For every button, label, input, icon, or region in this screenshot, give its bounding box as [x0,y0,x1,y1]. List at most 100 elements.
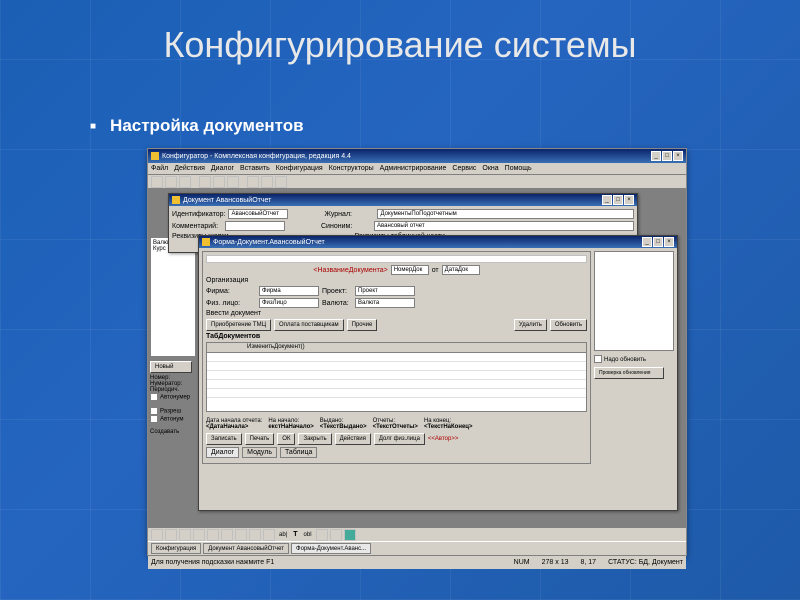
form-max[interactable]: □ [653,237,663,247]
ft-color[interactable] [344,529,356,541]
valuta-input[interactable]: Валюта [355,298,415,308]
menu-windows[interactable]: Окна [482,165,498,172]
doc-close[interactable]: × [624,195,634,205]
menu-file[interactable]: Файл [151,165,168,172]
firma-label: Фирма: [206,288,256,295]
firma-input[interactable]: Фирма [259,286,319,296]
new-button[interactable]: Новый [150,361,192,373]
app-window: Конфигуратор - Комплексная конфигурация,… [147,148,687,556]
id-input[interactable]: АвансовыйОтчет [228,209,288,219]
menu-actions[interactable]: Действия [174,165,205,172]
razresh-label: Разреш [160,409,181,415]
tab-prochie[interactable]: Прочие [347,319,378,331]
side-list[interactable]: Валюта Курс [150,237,196,357]
doc-icon [172,196,180,204]
task-doc[interactable]: Документ АвансовыйОтчет [203,543,289,554]
bottom-tab-table[interactable]: Таблица [280,447,317,458]
bottom-tab-dialog[interactable]: Диалог [206,447,239,458]
synonym-label: Синоним: [321,223,371,230]
bottom-tab-module[interactable]: Модуль [242,447,277,458]
status-num: NUM [514,559,530,566]
date-start-value: <ДатаНачала> [206,424,262,430]
tb-help[interactable] [275,176,287,188]
form-close[interactable]: × [664,237,674,247]
tab-tmc[interactable]: Приобретение ТМЦ [206,319,271,331]
tb-new[interactable] [151,176,163,188]
ft-10[interactable] [316,529,328,541]
menu-help[interactable]: Помощь [505,165,532,172]
dolg-button[interactable]: Долг физ.лица [374,433,425,445]
form-min[interactable]: _ [642,237,652,247]
tb-print[interactable] [247,176,259,188]
tb-open[interactable] [165,176,177,188]
doc-grid[interactable]: ИзменитьДокумент() [206,342,587,412]
doc-min[interactable]: _ [602,195,612,205]
form-title: Форма-Документ.АвансовыйОтчет [213,239,325,246]
tab-oplata[interactable]: Оплата поставщикам [274,319,344,331]
ft-5[interactable] [207,529,219,541]
fiz-input[interactable]: ФизЛицо [259,298,319,308]
menu-config[interactable]: Конфигурация [276,165,323,172]
sozd-label: Создавать [150,429,196,435]
ft-1[interactable] [151,529,163,541]
task-config[interactable]: Конфигурация [151,543,201,554]
form-icon [202,238,210,246]
ok-button[interactable]: ОК [277,433,295,445]
ft-8[interactable] [249,529,261,541]
menu-insert[interactable]: Вставить [240,165,270,172]
maximize-button[interactable]: □ [662,151,672,161]
pechat-button[interactable]: Печать [245,433,275,445]
ft-3[interactable] [179,529,191,541]
slide: Конфигурирование системы Настройка докум… [0,0,800,600]
doc-titlebar[interactable]: Документ АвансовыйОтчет _ □ × [169,194,637,206]
na-konec-value: <ТекстНаКонец> [424,424,473,430]
ft-9[interactable] [263,529,275,541]
delete-button[interactable]: Удалить [514,319,547,331]
razresh-check[interactable] [150,407,158,415]
refresh-button[interactable]: Обновить [550,319,587,331]
slide-bullet: Настройка документов [90,116,304,136]
ot-label: от [432,267,439,274]
menu-service[interactable]: Сервис [452,165,476,172]
proverka-button[interactable]: Проверка обновления [594,367,664,379]
close-button[interactable]: × [673,151,683,161]
form-titlebar[interactable]: Форма-Документ.АвансовыйОтчет _ □ × [199,236,677,248]
nado-label: Надо обновить [604,357,646,363]
deistviya-button[interactable]: Действия [335,433,371,445]
nado-check[interactable] [594,355,602,363]
main-titlebar[interactable]: Конфигуратор - Комплексная конфигурация,… [148,149,686,163]
menu-admin[interactable]: Администрирование [380,165,447,172]
right-panel-list[interactable] [594,251,674,351]
tb-paste[interactable] [227,176,239,188]
menu-constructors[interactable]: Конструкторы [329,165,374,172]
vvesti-label: Ввести документ [206,310,261,317]
journal-input[interactable]: ДокументыПоПодотчетным [377,209,634,219]
tb-copy[interactable] [213,176,225,188]
ft-11[interactable] [330,529,342,541]
tb-find[interactable] [261,176,273,188]
status-size: 8, 17 [580,559,596,566]
task-form[interactable]: Форма-Документ.Аванс... [291,543,371,554]
synonym-input[interactable]: Авансовый отчет [374,221,634,231]
zapisat-button[interactable]: Записать [206,433,242,445]
comment-input[interactable] [225,221,285,231]
ft-6[interactable] [221,529,233,541]
tb-save[interactable] [179,176,191,188]
ft-4[interactable] [193,529,205,541]
statusbar: Для получения подсказки нажмите F1 NUM 2… [148,555,686,569]
proekt-input[interactable]: Проект [355,286,415,296]
otchety-value: <ТекстОтчеты> [373,424,418,430]
menu-dialog[interactable]: Диалог [211,165,234,172]
date-input[interactable]: ДатаДок [442,265,480,275]
nomer-input[interactable]: НомерДок [391,265,429,275]
doc-max[interactable]: □ [613,195,623,205]
avtonumer-check[interactable] [150,393,158,401]
zakryt-button[interactable]: Закрыть [298,433,331,445]
vydano-value: <ТекстВыдано> [320,424,367,430]
proekt-label: Проект: [322,288,352,295]
minimize-button[interactable]: _ [651,151,661,161]
avtonum2-check[interactable] [150,415,158,423]
ft-7[interactable] [235,529,247,541]
ft-2[interactable] [165,529,177,541]
tb-cut[interactable] [199,176,211,188]
